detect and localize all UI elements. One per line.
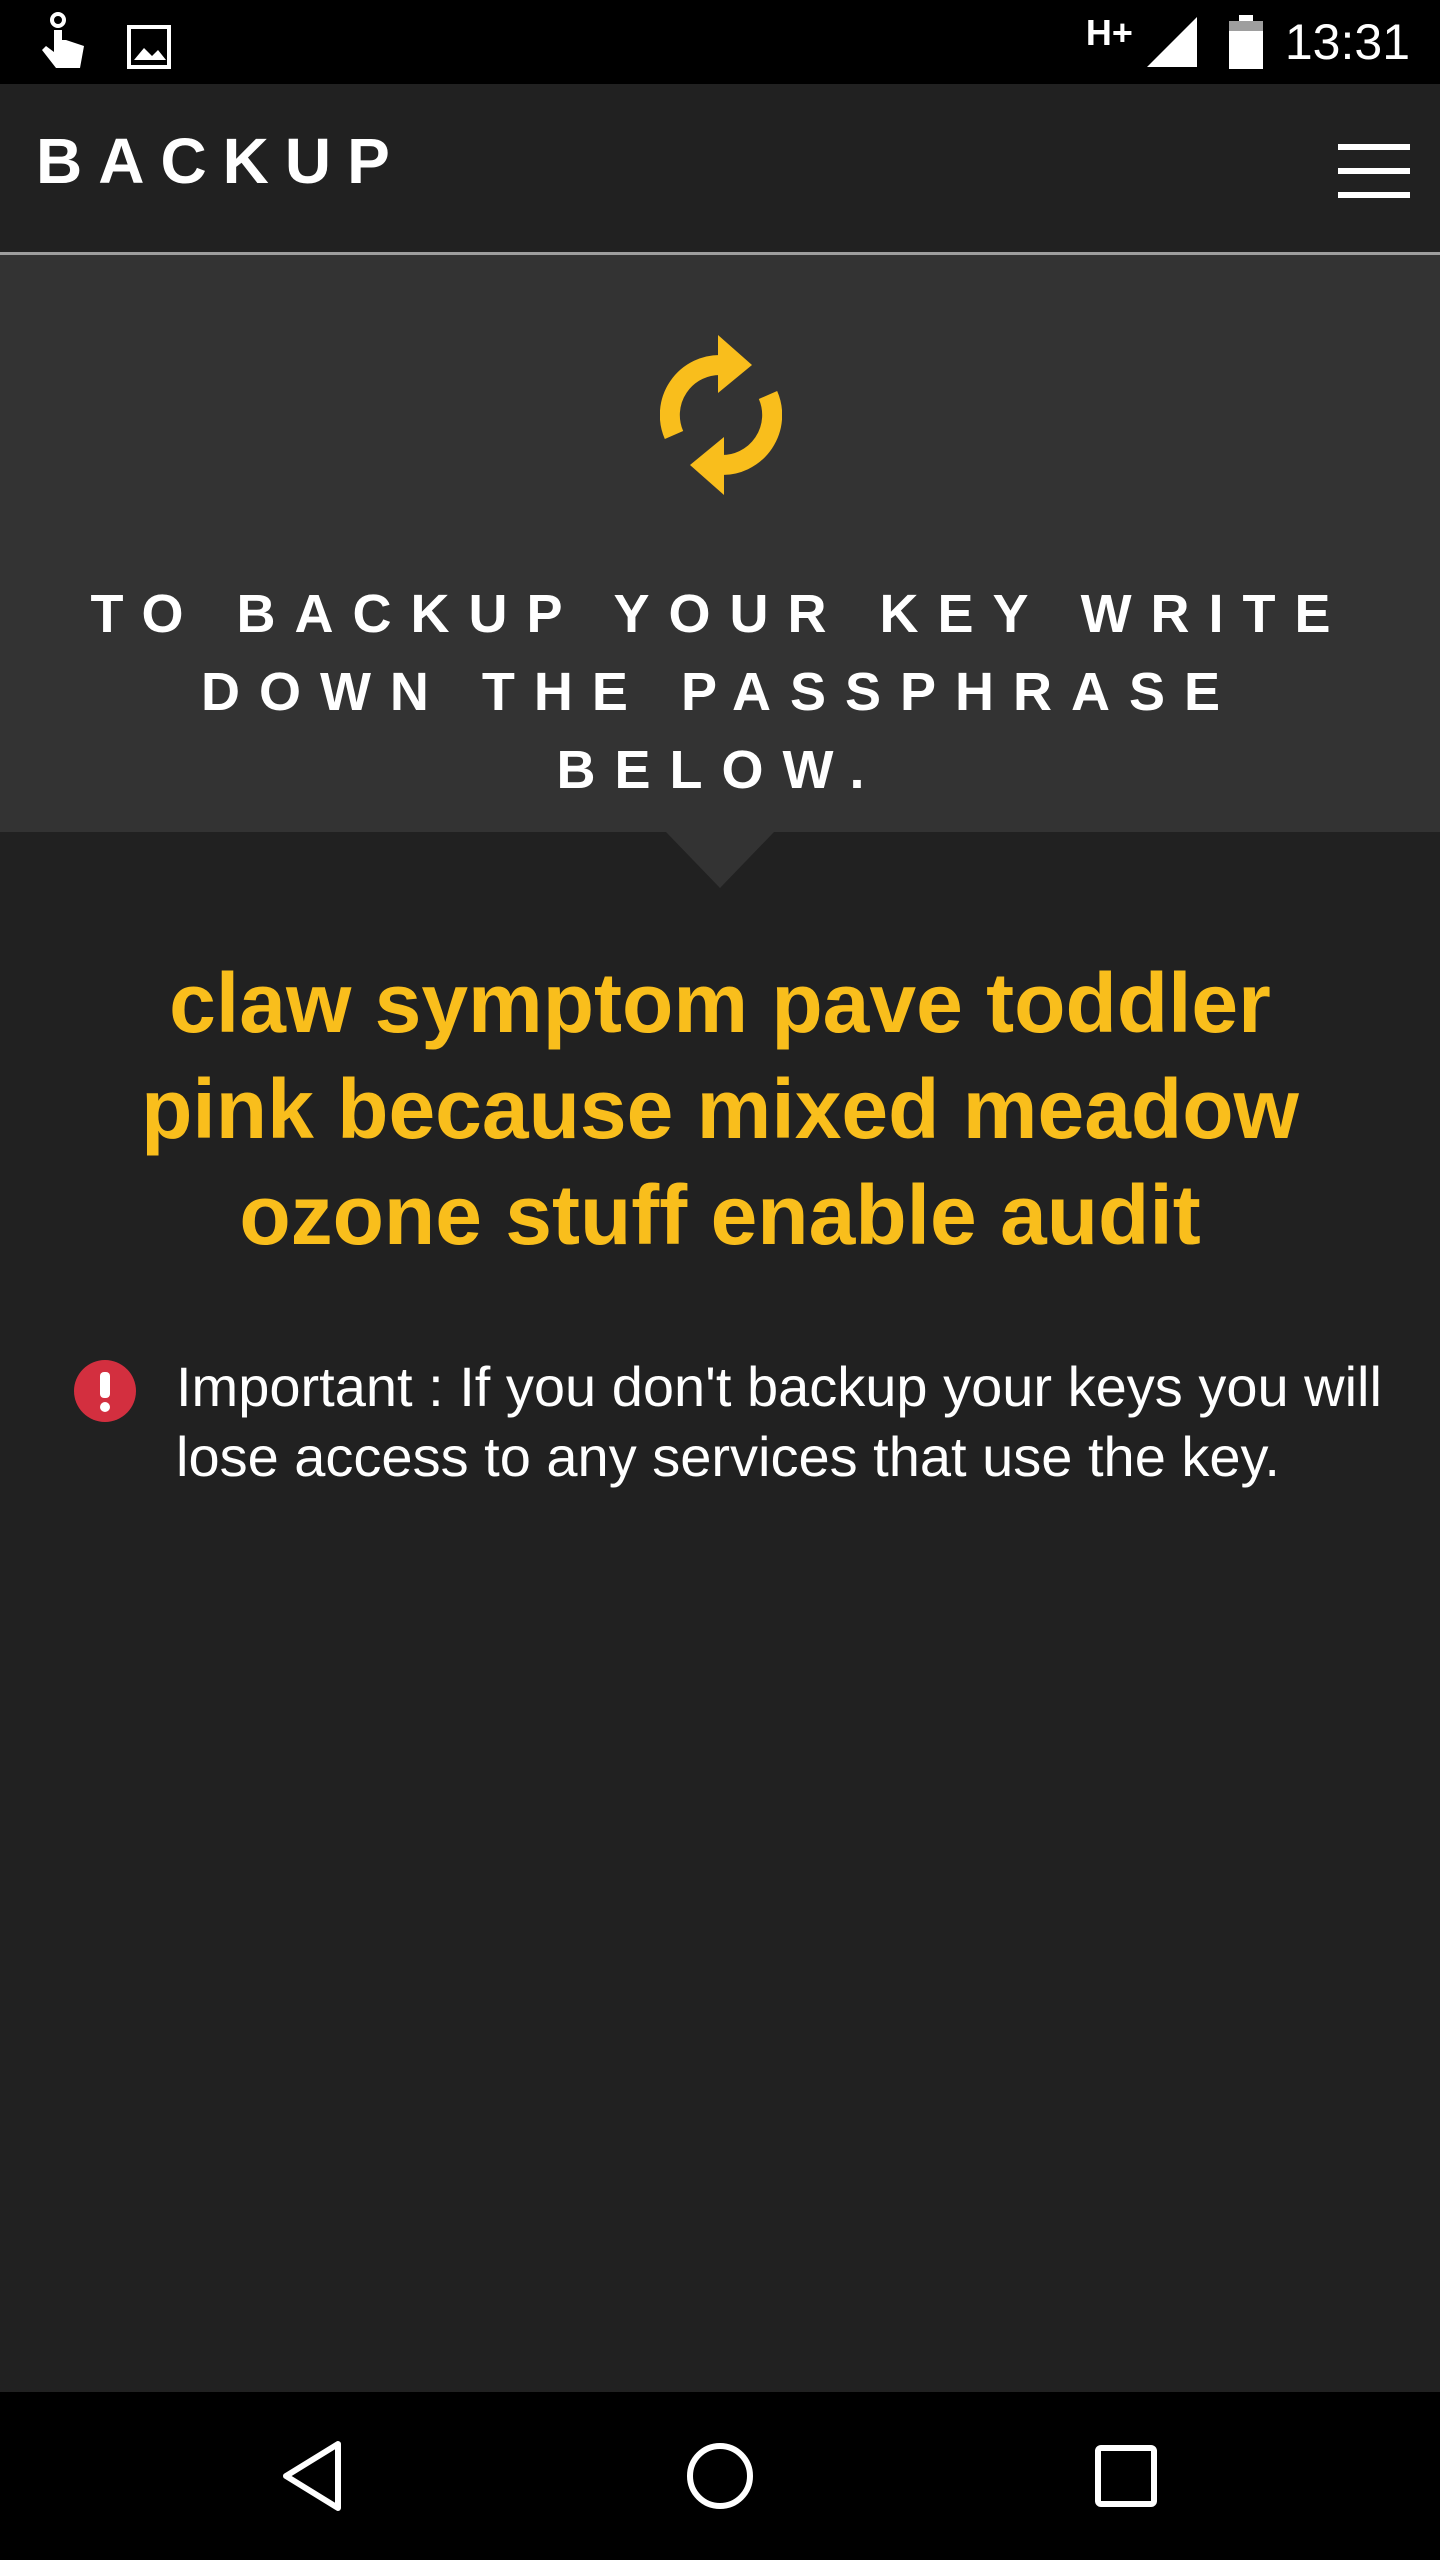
passphrase: claw symptom pave toddler pink because m… [80, 950, 1360, 1268]
status-left-icons [36, 10, 172, 74]
touch-icon [36, 10, 92, 74]
home-icon[interactable] [680, 2436, 760, 2516]
hamburger-menu-icon[interactable] [1338, 144, 1410, 200]
passphrase-line-3: ozone stuff enable audit [239, 1168, 1201, 1262]
warning-text: Important : If you don't backup your key… [176, 1355, 1382, 1488]
instruction-line-1: TO BACKUP YOUR KEY WRITE [90, 584, 1350, 644]
image-icon [126, 24, 172, 70]
passphrase-line-1: claw symptom pave toddler [169, 956, 1271, 1050]
network-type: H+ [1085, 12, 1133, 53]
header-panel: TO BACKUP YOUR KEY WRITE DOWN THE PASSPH… [0, 255, 1440, 832]
battery-icon [1228, 15, 1263, 69]
status-right-icons: H+ 13:31 [1086, 0, 1410, 84]
navigation-bar [0, 2392, 1440, 2560]
clock: 13:31 [1284, 14, 1410, 70]
alert-icon [74, 1360, 136, 1422]
signal-icon [1145, 15, 1199, 69]
sync-icon [659, 335, 783, 495]
status-bar: H+ 13:31 [0, 0, 1440, 84]
instruction-line-2: DOWN THE PASSPHRASE BELOW. [200, 662, 1240, 800]
back-icon[interactable] [276, 2436, 356, 2516]
passphrase-line-2: pink because mixed meadow [141, 1062, 1299, 1156]
header-pointer [666, 832, 774, 888]
backup-screen: H+ 13:31 BACKUP TO BACKUP YOUR KEY WRITE… [0, 0, 1440, 2560]
recents-icon[interactable] [1086, 2436, 1166, 2516]
app-bar: BACKUP [0, 84, 1440, 255]
page-title: BACKUP [36, 125, 406, 197]
instruction-text: TO BACKUP YOUR KEY WRITE DOWN THE PASSPH… [60, 575, 1380, 809]
